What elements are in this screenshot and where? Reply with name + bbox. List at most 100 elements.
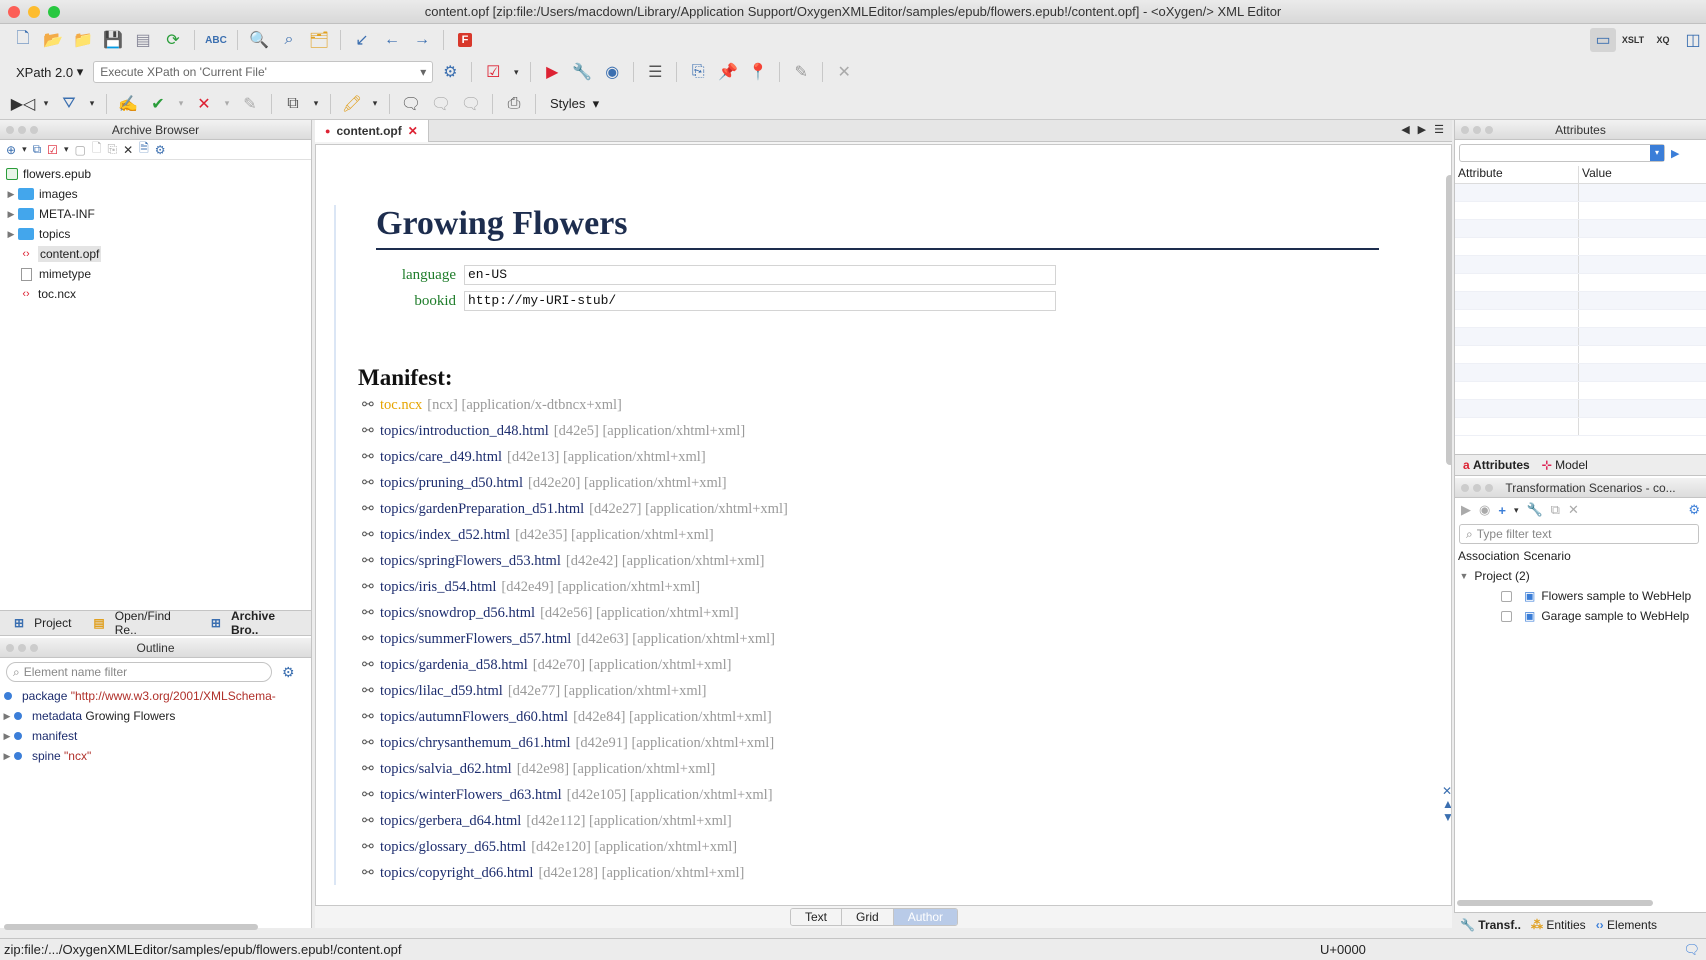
checkbox[interactable] xyxy=(1501,590,1512,602)
manifest-item-href[interactable]: topics/glossary_d65.html xyxy=(380,839,526,856)
track-changes-icon[interactable]: ✍ xyxy=(115,92,141,116)
perspective-xslt-icon[interactable]: XSLT xyxy=(1620,28,1646,52)
open-find-icon[interactable]: 🗂 xyxy=(306,28,332,52)
manifest-item-href[interactable]: topics/copyright_d66.html xyxy=(380,865,533,882)
outline-row-metadata[interactable]: ▶ metadata Growing Flowers xyxy=(0,706,311,726)
link-icon[interactable]: ⚯ xyxy=(362,527,380,544)
expand-icon[interactable]: ▶ xyxy=(0,751,14,762)
chevron-down-icon[interactable]: ▾ xyxy=(40,92,52,116)
outline-row-spine[interactable]: ▶ spine "ncx" xyxy=(0,746,311,766)
chevron-down-icon[interactable]: ▾ xyxy=(221,92,233,116)
link-icon[interactable]: ⚯ xyxy=(362,865,380,882)
vertical-scrollbar[interactable] xyxy=(1446,175,1451,465)
duplicate-scenario-icon[interactable]: ⧉ xyxy=(1551,502,1560,518)
new-file-icon[interactable]: 🗋 xyxy=(10,28,36,52)
element-filter-input[interactable]: ⌕ Element name filter xyxy=(6,662,272,682)
plugin-f-icon[interactable]: F xyxy=(452,28,478,52)
link-icon[interactable]: ⚯ xyxy=(362,475,380,492)
pin-add-icon[interactable]: 📍 xyxy=(745,60,771,84)
edit-comment-icon[interactable]: 🗨 xyxy=(428,92,454,116)
configure-transformation-icon[interactable]: 🔧 xyxy=(569,60,595,84)
properties-icon[interactable]: 🗎 xyxy=(139,139,149,160)
chevron-down-icon[interactable]: ▾ xyxy=(64,144,69,155)
link-icon[interactable]: ⚯ xyxy=(362,709,380,726)
reject-change-icon[interactable]: ✕ xyxy=(191,92,217,116)
settings-icon[interactable]: ⚙ xyxy=(155,143,166,157)
manifest-item-href[interactable]: topics/introduction_d48.html xyxy=(380,423,549,440)
link-icon[interactable]: ⚯ xyxy=(362,735,380,752)
language-field[interactable]: en-US xyxy=(464,265,1056,285)
scenario-item[interactable]: ▣ Flowers sample to WebHelp xyxy=(1455,586,1706,606)
validate-archive-icon[interactable]: ☑ xyxy=(47,143,58,157)
tab-prev-icon[interactable]: ◀ xyxy=(1401,123,1409,136)
tab-project[interactable]: ⊞ Project xyxy=(8,612,83,634)
edit-annotations-icon[interactable]: ✎ xyxy=(788,60,814,84)
manifest-item-href[interactable]: topics/winterFlowers_d63.html xyxy=(380,787,562,804)
manifest-item-href[interactable]: topics/care_d49.html xyxy=(380,449,502,466)
link-icon[interactable]: ⚯ xyxy=(362,423,380,440)
link-icon[interactable]: ⚯ xyxy=(362,605,380,622)
link-icon[interactable]: ⚯ xyxy=(362,839,380,856)
save-icon[interactable]: 💾 xyxy=(100,28,126,52)
tab-model[interactable]: ⊹ Model xyxy=(1542,458,1588,472)
last-edit-icon[interactable]: ↙ xyxy=(349,28,375,52)
manifest-item-href[interactable]: topics/springFlowers_d53.html xyxy=(380,553,561,570)
tab-entities[interactable]: ⁂ Entities xyxy=(1531,918,1586,932)
expand-icon[interactable]: ▶ xyxy=(0,731,14,742)
chevron-down-icon[interactable]: ▾ xyxy=(22,144,27,155)
chevron-down-icon[interactable]: ▾ xyxy=(510,60,522,84)
open-url-icon[interactable]: 📁 xyxy=(70,28,96,52)
reload-icon[interactable]: ⟳ xyxy=(160,28,186,52)
tree-item-content-opf[interactable]: ‹› content.opf xyxy=(0,244,311,264)
perspective-db-icon[interactable]: ◫ xyxy=(1680,28,1706,52)
debug-transformation-icon[interactable]: ◉ xyxy=(599,60,625,84)
manifest-item-href[interactable]: topics/chrysanthemum_d61.html xyxy=(380,735,571,752)
xpath-settings-icon[interactable]: ⚙ xyxy=(437,60,463,84)
minimize-window-button[interactable] xyxy=(28,6,40,18)
remove-comment-icon[interactable]: 🗨 xyxy=(458,92,484,116)
scenario-item[interactable]: ▣ Garage sample to WebHelp xyxy=(1455,606,1706,626)
xpath-input[interactable]: Execute XPath on 'Current File' ▾ xyxy=(93,61,434,83)
link-icon[interactable]: ⚯ xyxy=(362,683,380,700)
manifest-item-href[interactable]: topics/gardenPreparation_d51.html xyxy=(380,501,584,518)
pin-icon[interactable]: 📌 xyxy=(715,60,741,84)
attribute-combo[interactable]: ▾ xyxy=(1459,144,1665,162)
new-file-icon[interactable]: 🗋 xyxy=(92,139,102,160)
horizontal-scrollbar[interactable] xyxy=(4,924,258,930)
link-icon[interactable]: ⚯ xyxy=(362,449,380,466)
highlight-icon[interactable]: 🖍 xyxy=(339,92,365,116)
unpin-icon[interactable]: ✕ xyxy=(831,60,857,84)
delete-icon[interactable]: ✕ xyxy=(123,143,133,157)
new-folder-icon[interactable]: ▢ xyxy=(74,143,85,157)
manifest-item-href[interactable]: topics/summerFlowers_d57.html xyxy=(380,631,571,648)
apply-scenario-icon[interactable]: ▶ xyxy=(1461,502,1471,518)
validate-icon[interactable]: ☑ xyxy=(480,60,506,84)
manifest-item-href[interactable]: topics/iris_d54.html xyxy=(380,579,496,596)
tab-transformation[interactable]: 🔧 Transf.. xyxy=(1460,918,1521,932)
horizontal-scrollbar[interactable] xyxy=(1457,900,1653,906)
scenario-group[interactable]: ▼ Project (2) xyxy=(1455,566,1706,586)
link-icon[interactable]: ⚯ xyxy=(362,579,380,596)
link-icon[interactable]: ⚯ xyxy=(362,761,380,778)
tab-list-icon[interactable]: ☰ xyxy=(1434,123,1444,136)
expand-icon[interactable]: ▶ xyxy=(0,711,14,722)
manifest-item-href[interactable]: topics/gardenia_d58.html xyxy=(380,657,528,674)
link-icon[interactable]: ⚯ xyxy=(362,787,380,804)
xpath-builder-icon[interactable]: ⎘ xyxy=(685,60,711,84)
chevron-down-icon[interactable]: ▾ xyxy=(369,92,381,116)
manifest-item-href[interactable]: topics/autumnFlowers_d60.html xyxy=(380,709,568,726)
filter-icon[interactable]: ⛛ xyxy=(56,92,82,116)
find-icon[interactable]: 🔍 xyxy=(246,28,272,52)
back-icon[interactable]: ← xyxy=(379,28,405,52)
new-archive-icon[interactable]: ⊕ xyxy=(6,143,16,157)
apply-arrow-icon[interactable]: ▶ xyxy=(1671,147,1679,160)
expand-icon[interactable]: ▶ xyxy=(4,209,18,220)
outline-row-manifest[interactable]: ▶ manifest xyxy=(0,726,311,746)
tree-root[interactable]: flowers.epub xyxy=(0,164,311,184)
manifest-item-href[interactable]: topics/gerbera_d64.html xyxy=(380,813,521,830)
column-attribute[interactable]: Attribute xyxy=(1455,166,1579,183)
save-all-icon[interactable]: ▤ xyxy=(130,28,156,52)
expand-icon[interactable]: ▶ xyxy=(4,189,18,200)
column-scenario[interactable]: Scenario xyxy=(1523,549,1570,563)
close-icon[interactable]: ✕ xyxy=(408,124,418,138)
